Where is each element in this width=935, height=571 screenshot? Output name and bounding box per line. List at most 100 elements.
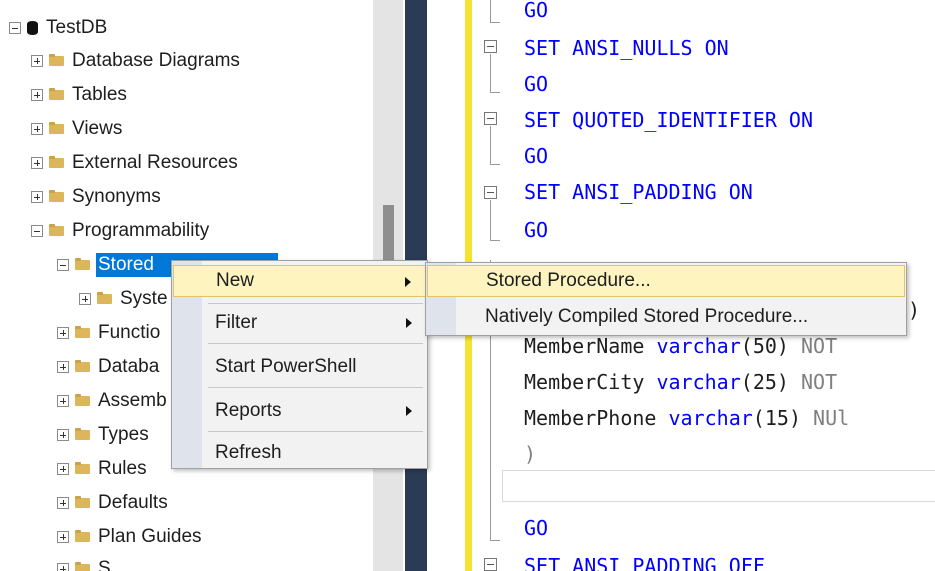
tree-node-label: Synonyms (72, 186, 161, 207)
tree-node-label: Database Diagrams (72, 50, 240, 71)
expand-icon[interactable] (57, 429, 69, 441)
fold-collapse-icon[interactable] (484, 558, 497, 571)
tree-node-label: Assemb (98, 390, 167, 411)
current-line-highlight (502, 470, 935, 502)
database-icon (27, 21, 38, 35)
folder-icon (49, 190, 64, 202)
folder-icon (49, 224, 64, 236)
expand-icon[interactable] (31, 191, 43, 203)
code-line: SET ANSI PADDING OFF (524, 554, 765, 571)
fold-guide-end (490, 164, 500, 165)
menu-item-start-powershell[interactable]: Start PowerShell (173, 351, 426, 383)
tree-node-sequences[interactable]: S (57, 557, 113, 571)
tree-node-database-diagrams[interactable]: Database Diagrams (31, 49, 242, 73)
submenu-arrow-icon (406, 406, 412, 416)
fold-guide-end (490, 540, 500, 541)
expand-icon[interactable] (31, 123, 43, 135)
tree-node-label: Types (98, 424, 149, 445)
code-line: GO (524, 144, 549, 168)
expand-icon[interactable] (31, 55, 43, 67)
code-line: SET ANSI_PADDING ON (524, 180, 753, 204)
expand-icon[interactable] (57, 563, 69, 571)
expand-icon[interactable] (57, 361, 69, 373)
code-line: MemberCity varchar(25) NOT (524, 370, 838, 394)
context-menu: New Filter Start PowerShell Reports Refr… (171, 260, 428, 469)
expand-icon[interactable] (31, 157, 43, 169)
code-line: MemberName varchar(50) NOT (524, 334, 838, 358)
menu-item-natively-compiled-stored-procedure[interactable]: Natively Compiled Stored Procedure... (427, 301, 905, 333)
tree-node-tables[interactable]: Tables (31, 83, 129, 107)
collapse-icon[interactable] (31, 225, 43, 237)
code-line: GO (524, 516, 549, 540)
menu-item-refresh[interactable]: Refresh (173, 437, 426, 469)
fold-guide-end (490, 22, 500, 23)
folder-icon (97, 292, 112, 304)
tree-node-views[interactable]: Views (31, 117, 124, 141)
code-line: MemberPhone varchar(15) NUl (524, 406, 850, 430)
expand-icon[interactable] (57, 463, 69, 475)
tree-node-functions[interactable]: Functio (57, 321, 162, 345)
fold-collapse-icon[interactable] (484, 112, 497, 125)
fold-guide (490, 54, 491, 92)
folder-icon (75, 496, 90, 508)
menu-item-stored-procedure[interactable]: Stored Procedure... (427, 265, 905, 297)
expand-icon[interactable] (57, 395, 69, 407)
folder-icon (75, 258, 90, 270)
tree-node-assemblies[interactable]: Assemb (57, 389, 169, 413)
folder-icon (75, 462, 90, 474)
folder-icon (49, 54, 64, 66)
menu-item-filter[interactable]: Filter (173, 307, 426, 339)
tree-node-label: Plan Guides (98, 526, 202, 547)
fold-collapse-icon[interactable] (484, 40, 497, 53)
expand-icon[interactable] (79, 293, 91, 305)
tree-node-label: TestDB (46, 17, 108, 38)
folder-icon (75, 394, 90, 406)
folder-icon (75, 326, 90, 338)
folder-icon (49, 156, 64, 168)
expand-icon[interactable] (57, 531, 69, 543)
tree-node-plan-guides[interactable]: Plan Guides (57, 525, 204, 549)
fold-guide-end (490, 240, 500, 241)
folder-icon (75, 530, 90, 542)
tree-node-rules[interactable]: Rules (57, 457, 149, 481)
tree-node-synonyms[interactable]: Synonyms (31, 185, 163, 209)
expand-icon[interactable] (57, 497, 69, 509)
code-line: GO (524, 0, 549, 22)
fold-guide-end (490, 92, 500, 93)
fold-collapse-icon[interactable] (484, 186, 497, 199)
submenu-arrow-icon (405, 277, 411, 287)
folder-icon (75, 360, 90, 372)
collapse-icon[interactable] (57, 259, 69, 271)
tree-node-label: Tables (72, 84, 127, 105)
expand-icon[interactable] (31, 89, 43, 101)
menu-item-new[interactable]: New (173, 265, 426, 297)
tree-node-label: Functio (98, 322, 161, 343)
code-line: GO (524, 72, 549, 96)
tree-node-programmability[interactable]: Programmability (31, 219, 211, 243)
tree-node-label: External Resources (72, 152, 238, 173)
menu-separator (208, 387, 423, 388)
tree-node-label: Syste (120, 288, 168, 309)
code-line: ) (524, 442, 537, 466)
menu-item-reports[interactable]: Reports (173, 395, 426, 427)
menu-separator (208, 431, 423, 432)
menu-separator (208, 303, 423, 304)
tree-node-system-stored-procedures[interactable]: Syste (79, 287, 170, 311)
tree-node-label: Databa (98, 356, 160, 377)
tree-node-testdb[interactable]: TestDB (9, 16, 109, 40)
tree-node-label: Rules (98, 458, 147, 479)
collapse-icon[interactable] (9, 22, 21, 34)
fold-guide (490, 200, 491, 240)
tree-node-label: Defaults (98, 492, 168, 513)
folder-icon (75, 428, 90, 440)
fold-guide (490, 0, 491, 22)
tree-node-types[interactable]: Types (57, 423, 151, 447)
tree-node-label: S (98, 558, 111, 571)
tree-node-database-triggers[interactable]: Databa (57, 355, 161, 379)
tree-node-external-resources[interactable]: External Resources (31, 151, 240, 175)
code-line: SET QUOTED_IDENTIFIER ON (524, 108, 813, 132)
fold-guide (490, 126, 491, 164)
tree-node-label: Views (72, 118, 123, 139)
expand-icon[interactable] (57, 327, 69, 339)
tree-node-defaults[interactable]: Defaults (57, 491, 170, 515)
